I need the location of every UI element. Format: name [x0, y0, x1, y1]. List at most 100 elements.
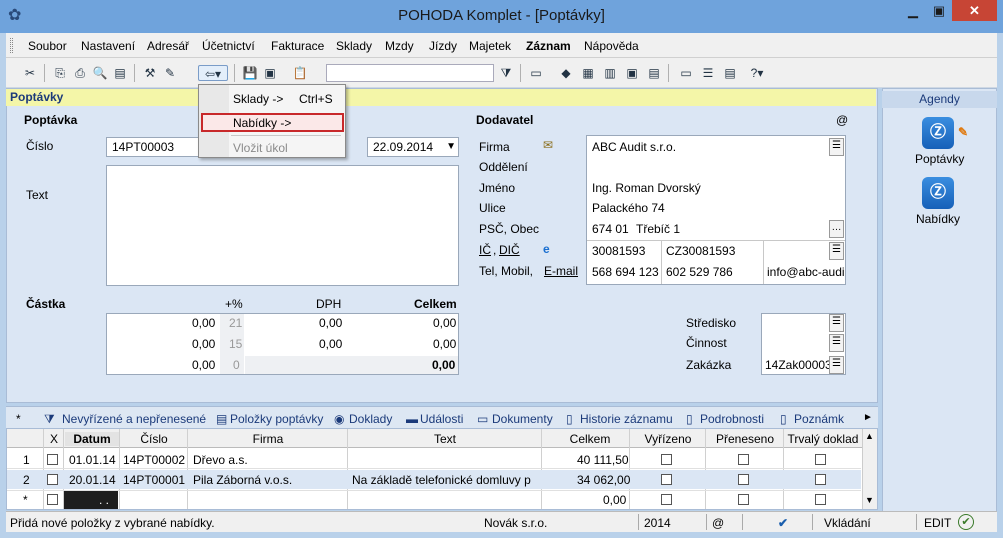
web-icon[interactable]: e [543, 242, 550, 256]
money-icon[interactable]: ◆ [558, 65, 574, 81]
folder-icon[interactable]: ▭ [528, 65, 544, 81]
menu-mzdy[interactable]: Mzdy [385, 39, 414, 53]
text-area[interactable] [106, 165, 459, 286]
mobil-value[interactable]: 602 529 786 [666, 265, 733, 279]
maximize-button[interactable]: ▣ [926, 0, 952, 21]
stredisko-picker-button[interactable]: ☰ [829, 314, 844, 332]
col-datum[interactable]: Datum [65, 432, 119, 446]
col-cislo[interactable]: Číslo [121, 432, 187, 446]
report-icon[interactable]: ▤ [112, 65, 128, 81]
cell-celkem[interactable]: 34 062,00 [577, 473, 630, 487]
amount-total[interactable]: 0,00 [433, 316, 456, 330]
save-icon[interactable]: 💾 [242, 65, 258, 81]
vyrizeno-checkbox[interactable] [661, 454, 672, 465]
email-label[interactable]: E-mail [544, 264, 578, 278]
zakazka-value[interactable]: 14Zak00003 [765, 358, 829, 372]
col-x[interactable]: X [49, 432, 59, 446]
filter-icon[interactable]: ⧩ [498, 65, 514, 81]
zakazka-picker-button[interactable]: ☰ [829, 356, 844, 374]
new-row-date-editor[interactable] [64, 491, 118, 509]
menu-nastaveni[interactable]: Nastavení [81, 39, 135, 53]
nabidky-agenda-icon[interactable]: Ⓩ [922, 177, 954, 209]
cell-datum[interactable]: . . [99, 493, 109, 507]
ulice-value[interactable]: Palackého 74 [592, 201, 665, 215]
menu-adresar[interactable]: Adresář [147, 39, 189, 53]
filter-combo[interactable] [326, 64, 494, 82]
col-celkem[interactable]: Celkem [543, 432, 637, 446]
poptavky-agenda-icon[interactable]: Ⓩ [922, 117, 954, 149]
cell-firma[interactable]: Dřevo a.s. [193, 453, 248, 467]
email-at-icon[interactable]: @ [836, 113, 848, 127]
back-arrow-dropdown-button[interactable]: ⇦▾ [198, 65, 228, 81]
scroll-down-icon[interactable]: ▼ [865, 495, 874, 505]
popup-item-nabidky[interactable]: Nabídky -> [201, 113, 344, 132]
tel-value[interactable]: 568 694 123 [592, 265, 659, 279]
row-select-checkbox[interactable] [47, 454, 58, 465]
coins-icon[interactable]: ▥ [602, 65, 618, 81]
amount-dph[interactable]: 0,00 [319, 337, 342, 351]
tab-podrobnosti[interactable]: Podrobnosti [700, 412, 764, 426]
menu-napoveda[interactable]: Nápověda [584, 39, 639, 53]
cell-celkem[interactable]: 0,00 [603, 493, 626, 507]
ic-label[interactable]: IČ [479, 243, 491, 257]
col-trvaly[interactable]: Trvalý doklad [785, 432, 861, 446]
address-book-icon[interactable]: ✉ [543, 138, 553, 152]
note-icon[interactable]: ▭ [678, 65, 694, 81]
cell-celkem[interactable]: 40 111,50 [577, 453, 629, 467]
obec-value[interactable]: Třebíč 1 [636, 222, 680, 236]
cinnost-picker-button[interactable]: ☰ [829, 334, 844, 352]
menu-ucetnictvi[interactable]: Účetnictví [202, 39, 255, 53]
cell-text[interactable]: Na základě telefonické domluvy p [352, 473, 539, 487]
cell-cislo[interactable]: 14PT00001 [123, 473, 185, 487]
firma-picker-button[interactable]: ☰ [829, 138, 844, 156]
dic-value[interactable]: CZ30081593 [666, 244, 735, 258]
menu-soubor[interactable]: Soubor [28, 39, 67, 53]
col-firma[interactable]: Firma [189, 432, 347, 446]
tab-historie[interactable]: Historie záznamu [580, 412, 673, 426]
preneseno-checkbox[interactable] [738, 454, 749, 465]
brush-icon[interactable]: ✎ [162, 65, 178, 81]
calculator-icon[interactable]: ▦ [580, 65, 596, 81]
date-field[interactable]: 22.09.2014 ▼ [367, 137, 459, 157]
cell-firma[interactable]: Pila Záborná v.o.s. [193, 473, 292, 487]
tab-udalosti[interactable]: Události [420, 412, 463, 426]
amount-total[interactable]: 0,00 [433, 337, 456, 351]
jmeno-value[interactable]: Ing. Roman Dvorský [592, 181, 701, 195]
preneseno-checkbox[interactable] [738, 494, 749, 505]
row-select-checkbox[interactable] [47, 494, 58, 505]
dic-label[interactable]: DIČ [499, 243, 520, 257]
minimize-button[interactable]: ▁ [900, 0, 926, 21]
col-vyrizeno[interactable]: Vyřízeno [631, 432, 705, 446]
trvaly-checkbox[interactable] [815, 454, 826, 465]
close-button[interactable]: ✕ [952, 0, 997, 21]
tab-dokumenty[interactable]: Dokumenty [492, 412, 553, 426]
list-icon[interactable]: ☰ [700, 65, 716, 81]
tab-poznamky[interactable]: Poznámk [794, 412, 844, 426]
menu-fakturace[interactable]: Fakturace [271, 39, 324, 53]
amount-base[interactable]: 0,00 [192, 337, 215, 351]
cell-datum[interactable]: 01.01.14 [69, 453, 116, 467]
amount-dph[interactable]: 0,00 [319, 316, 342, 330]
popup-item-vlozit-ukol[interactable]: Vložit úkol [203, 138, 343, 156]
vyrizeno-checkbox[interactable] [661, 494, 672, 505]
chevron-down-icon[interactable]: ▼ [446, 138, 456, 156]
amount-base[interactable]: 0,00 [192, 316, 215, 330]
vyrizeno-checkbox[interactable] [661, 474, 672, 485]
save-all-icon[interactable]: ▣ [262, 65, 278, 81]
dic-picker-button[interactable]: ☰ [829, 242, 844, 260]
iban-icon[interactable]: ▤ [646, 65, 662, 81]
help-dropdown-icon[interactable]: ?▾ [744, 65, 770, 81]
table-row[interactable] [7, 490, 861, 509]
form-icon[interactable]: ▤ [722, 65, 738, 81]
tab-all[interactable]: * [16, 412, 21, 426]
print-icon[interactable]: ⎙ [72, 65, 88, 81]
tab-nevyrizene[interactable]: Nevyřízené a nepřenesené [62, 412, 206, 426]
psc-value[interactable]: 674 01 [592, 222, 629, 236]
cell-datum[interactable]: 20.01.14 [69, 473, 116, 487]
preview-icon[interactable]: 🔍 [92, 65, 108, 81]
cislo-field[interactable]: 14PT00003 [106, 137, 200, 157]
ic-value[interactable]: 30081593 [592, 244, 645, 258]
agenda-poptavky[interactable]: Poptávky [915, 152, 964, 166]
trvaly-checkbox[interactable] [815, 474, 826, 485]
menu-sklady[interactable]: Sklady [336, 39, 372, 53]
